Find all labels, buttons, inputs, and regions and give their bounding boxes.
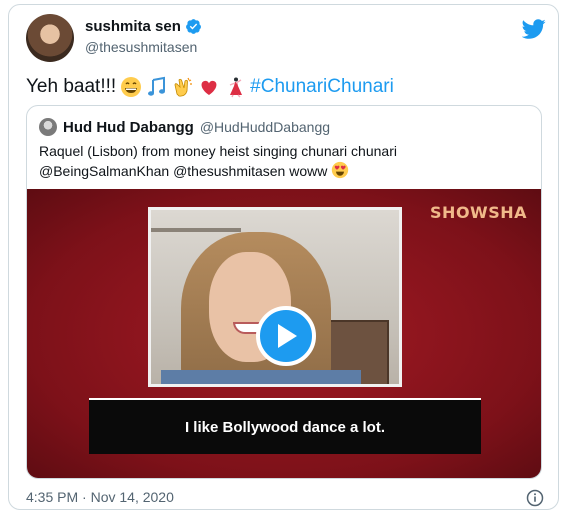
tweet-text: Yeh baat!!! #ChunariChunari (26, 75, 394, 99)
hashtag-link[interactable]: #ChunariChunari (250, 75, 394, 99)
video-shelf (151, 228, 241, 232)
quoted-avatar[interactable] (39, 118, 57, 136)
info-icon[interactable] (526, 489, 544, 507)
musical-notes-icon (148, 76, 166, 96)
tweet-body: Yeh baat!!! (26, 76, 117, 97)
twitter-bird-icon[interactable] (522, 17, 546, 41)
play-icon (278, 324, 297, 348)
subtitle-text: I like Bollywood dance a lot. (184, 418, 386, 436)
author-display-name[interactable]: sushmita sen (85, 18, 181, 35)
verified-badge-icon (185, 19, 201, 34)
quoted-tweet[interactable]: Hud Hud Dabangg @HudHuddDabangg Raquel (… (26, 105, 542, 479)
red-heart-icon (201, 80, 217, 95)
tweet-timestamp[interactable]: 4:35 PM · Nov 14, 2020 (26, 489, 174, 505)
author-name-row[interactable]: sushmita sen (85, 18, 202, 35)
clapping-hands-icon (174, 77, 193, 97)
quoted-display-name[interactable]: Hud Hud Dabangg (63, 119, 194, 136)
play-button[interactable] (256, 306, 316, 366)
author-avatar[interactable] (26, 14, 74, 62)
grinning-face-icon (121, 77, 142, 97)
quoted-text: Raquel (Lisbon) from money heist singing… (39, 142, 531, 181)
video-player[interactable]: SHOWSHA I like Bollywood dance a lot. (27, 189, 541, 478)
dancer-icon (229, 77, 243, 98)
quoted-header: Hud Hud Dabangg @HudHuddDabangg (39, 118, 330, 136)
video-person-shirt (161, 370, 361, 384)
tweet-card[interactable]: sushmita sen @thesushmitasen Yeh baat!!! (8, 4, 559, 510)
heart-eyes-icon (332, 161, 349, 179)
quoted-handle[interactable]: @HudHuddDabangg (200, 119, 330, 135)
media-brand-watermark: SHOWSHA (430, 203, 527, 222)
author-handle[interactable]: @thesushmitasen (85, 39, 197, 55)
video-subtitle: I like Bollywood dance a lot. (89, 398, 481, 454)
